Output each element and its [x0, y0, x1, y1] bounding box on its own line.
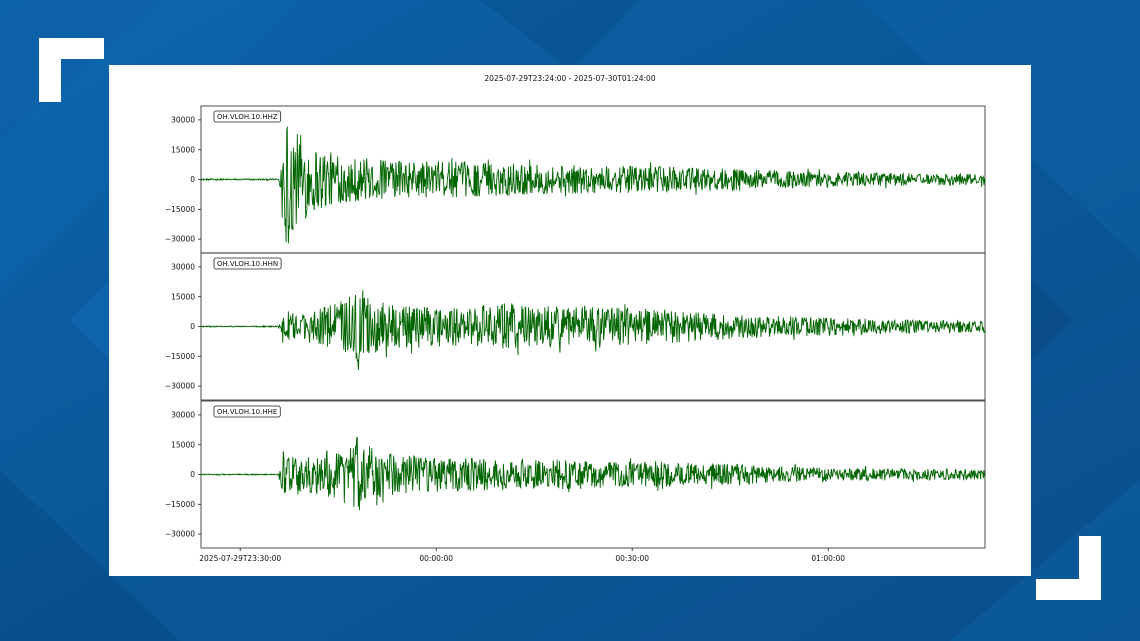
plot-panel: 2025-07-29T23:24:00 - 2025-07-30T01:24:0…	[109, 65, 1031, 576]
x-tick-label: 01:00:00	[811, 554, 845, 563]
station-label-2: OH.VLOH.10.HHN	[217, 260, 278, 268]
station-label-1: OH.VLOH.10.HHZ	[217, 113, 278, 121]
y-tick-label: −15000	[165, 352, 195, 361]
x-tick-label: 2025-07-29T23:30:00	[199, 554, 281, 563]
y-tick-label: −30000	[165, 235, 195, 244]
trace-oh-vloh-10-hhe	[200, 436, 986, 510]
y-tick-label: 15000	[171, 440, 195, 449]
seismogram-chart: 2025-07-29T23:24:00 - 2025-07-30T01:24:0…	[165, 74, 986, 563]
y-tick-label: 30000	[171, 411, 195, 420]
y-tick-label: 30000	[171, 263, 195, 272]
y-tick-label: 0	[190, 175, 195, 184]
y-tick-label: −30000	[165, 530, 195, 539]
y-tick-label: 0	[190, 322, 195, 331]
y-tick-label: 30000	[171, 116, 195, 125]
y-tick-label: 15000	[171, 145, 195, 154]
x-tick-label: 00:00:00	[419, 554, 453, 563]
y-tick-label: −15000	[165, 500, 195, 509]
trace-oh-vloh-10-hhn	[200, 290, 986, 371]
y-tick-label: −15000	[165, 205, 195, 214]
station-label-3: OH.VLOH.10.HHE	[217, 408, 277, 416]
trace-oh-vloh-10-hhz	[200, 126, 986, 244]
y-tick-label: 15000	[171, 292, 195, 301]
y-tick-label: 0	[190, 470, 195, 479]
x-tick-label: 00:30:00	[615, 554, 649, 563]
chart-title: 2025-07-29T23:24:00 - 2025-07-30T01:24:0…	[484, 74, 655, 83]
y-tick-label: −30000	[165, 382, 195, 391]
